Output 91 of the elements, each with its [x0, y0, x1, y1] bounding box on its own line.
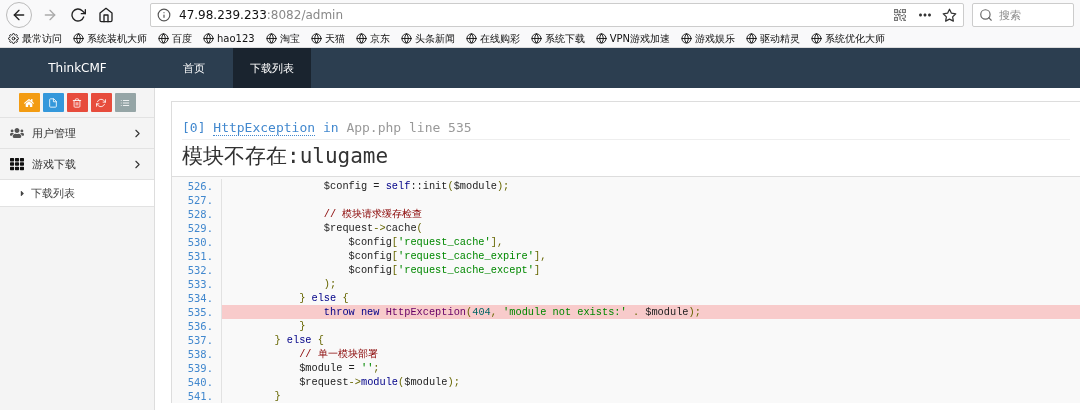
- bookmark-link[interactable]: 系统下载: [530, 31, 585, 46]
- menu-item[interactable]: 用户管理: [0, 117, 154, 148]
- bookmark-link[interactable]: 头条新闻: [400, 31, 455, 46]
- file-icon: [48, 97, 58, 108]
- code-line: $config['request_cache_except']: [347, 263, 542, 277]
- toolbar-button[interactable]: [42, 93, 64, 112]
- users-icon: [10, 126, 24, 140]
- nav-tab[interactable]: 下载列表: [233, 48, 311, 88]
- code-line: $config['request_cache_expire'],: [347, 249, 548, 263]
- globe-icon: [681, 33, 693, 44]
- code-line: // 模块请求缓存检查: [322, 207, 424, 221]
- bookmark-link[interactable]: 系统优化大师: [811, 31, 886, 46]
- globe-icon: [310, 33, 322, 44]
- bookmark-link[interactable]: 百度: [158, 31, 192, 46]
- submenu-item[interactable]: 下载列表: [0, 179, 154, 207]
- code-line: $request->cache(: [322, 221, 424, 235]
- line-number: 538.: [172, 347, 222, 361]
- menu-label: 游戏下载: [32, 156, 77, 172]
- toolbar-button[interactable]: [90, 93, 112, 112]
- reload-icon: [70, 7, 86, 23]
- recycle-icon: [96, 97, 106, 108]
- code-line: $module = '';: [298, 361, 381, 375]
- home-icon: [24, 97, 34, 108]
- code-line: $request->module($module);: [298, 375, 461, 389]
- trash-icon: [72, 97, 82, 108]
- code-line: }: [298, 319, 307, 333]
- line-number: 527.: [172, 193, 222, 207]
- line-number: 541.: [172, 389, 222, 403]
- code-line: // 单一模块部署: [298, 347, 379, 361]
- search-icon: [979, 8, 993, 22]
- bookmark-link[interactable]: 最常访问: [8, 31, 62, 46]
- toolbar-button[interactable]: [66, 93, 88, 112]
- bookmark-link[interactable]: 系统装机大师: [73, 31, 147, 46]
- globe-icon: [746, 33, 758, 44]
- globe-icon: [265, 33, 277, 44]
- line-number: 530.: [172, 235, 222, 249]
- search-field[interactable]: 搜索: [972, 3, 1074, 27]
- line-number: 534.: [172, 291, 222, 305]
- bookmark-link[interactable]: 在线购彩: [465, 31, 520, 46]
- bookmark-link[interactable]: 驱动精灵: [746, 31, 801, 46]
- bookmark-link[interactable]: 游戏娱乐: [681, 31, 736, 46]
- url-text: 47.98.239.233:8082/admin: [179, 8, 345, 22]
- globe-icon: [355, 33, 367, 44]
- forward-icon: [42, 7, 58, 23]
- globe-icon: [73, 33, 84, 44]
- line-number: 526.: [172, 179, 222, 193]
- qr-code-icon[interactable]: [892, 7, 908, 23]
- line-number: 529.: [172, 221, 222, 235]
- bookmark-link[interactable]: 京东: [355, 31, 390, 46]
- globe-icon: [530, 33, 542, 44]
- code-line: $config['request_cache'],: [347, 235, 505, 249]
- menu-label: 用户管理: [32, 125, 77, 141]
- bookmark-link[interactable]: hao123: [203, 33, 255, 44]
- list-icon: [120, 97, 130, 108]
- exception-info: [0] HttpException in App.php line 535: [182, 120, 1070, 140]
- line-number: 537.: [172, 333, 222, 347]
- line-number: 539.: [172, 361, 222, 375]
- line-number: 532.: [172, 263, 222, 277]
- line-number: 536.: [172, 319, 222, 333]
- grid-icon: [10, 157, 24, 171]
- code-line: } else {: [273, 333, 325, 347]
- error-message: 模块不存在:ulugame: [182, 143, 390, 170]
- reload-button[interactable]: [68, 5, 88, 25]
- home-icon: [98, 7, 114, 23]
- globe-icon: [595, 33, 607, 44]
- globe-icon: [811, 33, 823, 44]
- back-icon: [11, 7, 27, 23]
- globe-icon: [203, 33, 214, 44]
- line-number: 533.: [172, 277, 222, 291]
- globe-icon: [158, 33, 169, 44]
- info-icon: [157, 8, 171, 22]
- globe-icon: [465, 33, 477, 44]
- nav-tab[interactable]: 首页: [155, 48, 233, 88]
- home-button[interactable]: [96, 5, 116, 25]
- code-line: }: [273, 389, 282, 403]
- code-line: );: [322, 277, 338, 291]
- bookmark-link[interactable]: VPN游戏加速: [595, 31, 671, 46]
- gear-icon: [8, 33, 19, 44]
- line-number: 540.: [172, 375, 222, 389]
- bookmark-star-icon[interactable]: [942, 7, 957, 23]
- caret-icon: [18, 188, 27, 198]
- bookmark-link[interactable]: 淘宝: [265, 31, 300, 46]
- brand-name: ThinkCMF: [47, 60, 108, 77]
- globe-icon: [400, 33, 412, 44]
- address-bar[interactable]: 47.98.239.233:8082/admin: [150, 3, 964, 27]
- code-line: $config = self::init($module);: [322, 179, 511, 193]
- code-line: } else {: [298, 291, 350, 305]
- line-number: 531.: [172, 249, 222, 263]
- line-number: 528.: [172, 207, 222, 221]
- toolbar-button[interactable]: [114, 93, 136, 112]
- bookmark-link[interactable]: 天猫: [310, 31, 345, 46]
